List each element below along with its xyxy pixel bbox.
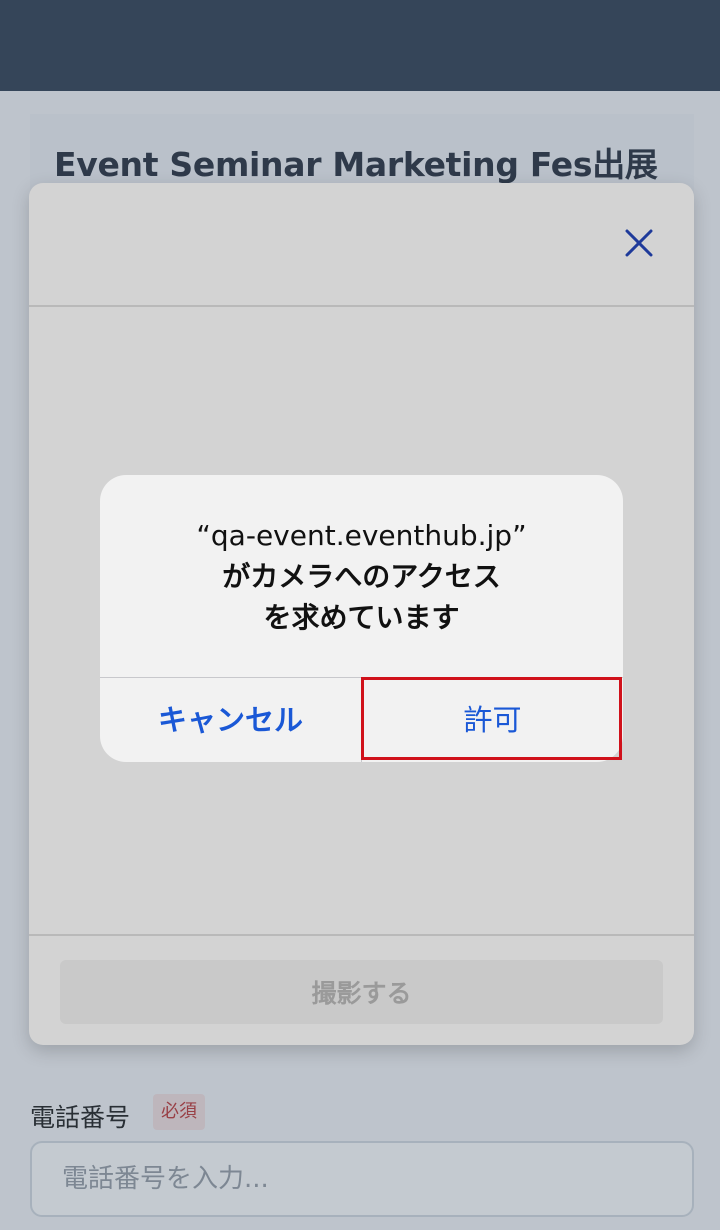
close-button[interactable] [619,223,659,263]
capture-button[interactable]: 撮影する [60,960,663,1024]
alert-title-domain: “qa-event.eventhub.jp” [196,519,527,552]
allow-button[interactable]: 許可 [362,678,623,762]
alert-title-message-line2: を求めています [263,601,460,634]
camera-modal-header [29,183,694,307]
alert-title-message-line1: がカメラへのアクセス [222,560,501,593]
alert-button-row: キャンセル 許可 [100,677,623,762]
cancel-button[interactable]: キャンセル [100,678,362,762]
alert-title: “qa-event.eventhub.jp” がカメラへのアクセス を求めていま… [100,515,623,638]
camera-permission-alert: “qa-event.eventhub.jp” がカメラへのアクセス を求めていま… [100,475,623,762]
close-icon [625,229,653,257]
camera-modal-footer: 撮影する [29,934,694,1045]
app-page: Event Seminar Marketing Fes出展 電話番号 必須 撮影… [0,0,720,1230]
